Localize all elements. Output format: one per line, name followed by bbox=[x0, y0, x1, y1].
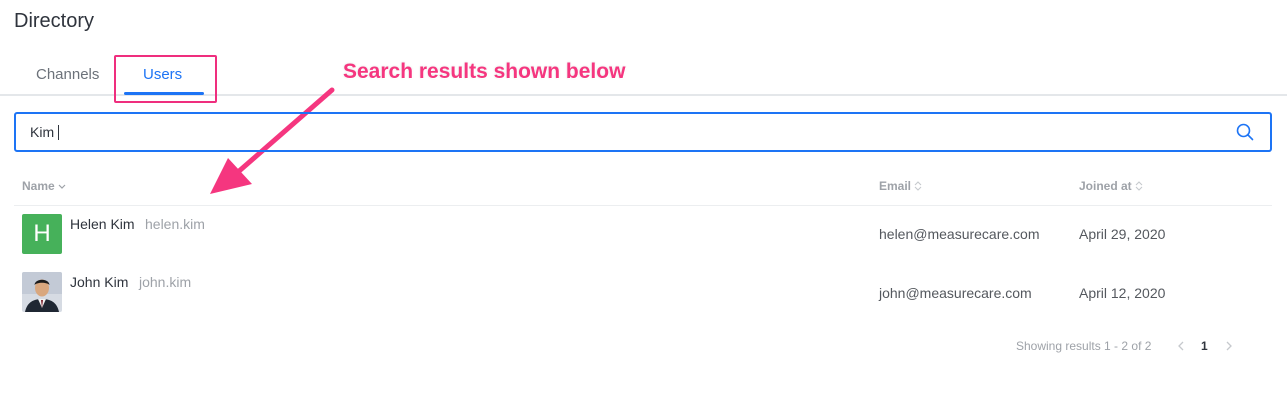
column-header-joined-at[interactable]: Joined at bbox=[1079, 179, 1143, 193]
annotation-text: Search results shown below bbox=[343, 60, 626, 83]
search-box[interactable] bbox=[14, 112, 1272, 152]
tab-channels[interactable]: Channels bbox=[36, 66, 99, 83]
user-email: john@measurecare.com bbox=[879, 285, 1032, 301]
sort-icon bbox=[914, 181, 922, 191]
pagination-summary: Showing results 1 - 2 of 2 bbox=[1016, 339, 1152, 353]
user-username: helen.kim bbox=[145, 216, 205, 232]
user-joined-date: April 29, 2020 bbox=[1079, 226, 1166, 242]
users-tab-highlight-box bbox=[114, 55, 217, 103]
text-caret bbox=[58, 125, 59, 140]
table-row[interactable]: H Helen Kim helen.kim helen@measurecare.… bbox=[14, 206, 1272, 264]
user-name: John Kim bbox=[70, 274, 129, 290]
avatar bbox=[22, 272, 62, 312]
column-header-label: Joined at bbox=[1079, 179, 1132, 193]
sort-down-icon bbox=[58, 184, 66, 189]
search-icon[interactable] bbox=[1236, 123, 1254, 141]
user-email: helen@measurecare.com bbox=[879, 226, 1040, 242]
search-input[interactable] bbox=[30, 114, 1220, 150]
avatar: H bbox=[22, 214, 62, 254]
chevron-right-icon[interactable] bbox=[1224, 339, 1234, 353]
column-header-email[interactable]: Email bbox=[879, 179, 922, 193]
user-joined-date: April 12, 2020 bbox=[1079, 285, 1166, 301]
column-header-name[interactable]: Name bbox=[22, 179, 66, 193]
column-header-label: Name bbox=[22, 179, 55, 193]
chevron-left-icon[interactable] bbox=[1176, 339, 1186, 353]
pagination-page[interactable]: 1 bbox=[1201, 339, 1208, 353]
page-title: Directory bbox=[14, 10, 95, 32]
table-row[interactable]: John Kim john.kim john@measurecare.com A… bbox=[14, 264, 1272, 322]
user-name: Helen Kim bbox=[70, 216, 135, 232]
column-header-label: Email bbox=[879, 179, 912, 193]
user-username: john.kim bbox=[139, 274, 192, 290]
sort-icon bbox=[1135, 181, 1143, 191]
